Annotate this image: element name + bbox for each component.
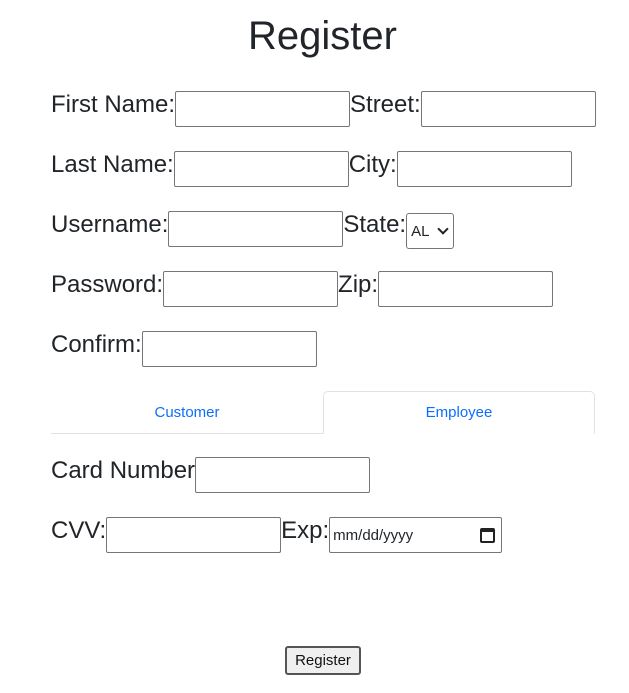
username-input[interactable] <box>168 211 344 247</box>
state-label: State: <box>343 211 407 238</box>
cvv-input[interactable] <box>106 517 282 553</box>
first-name-label: First Name: <box>51 91 176 118</box>
calendar-icon[interactable] <box>480 527 496 543</box>
page-title: Register <box>248 14 397 58</box>
exp-date-placeholder: mm/dd/yyyy <box>333 526 414 544</box>
city-input[interactable] <box>396 151 572 187</box>
card-number-input[interactable] <box>195 457 371 493</box>
last-name-input[interactable] <box>173 151 349 187</box>
row-confirm: Confirm: <box>51 331 317 367</box>
chevron-down-icon <box>437 222 449 235</box>
state-select[interactable]: AL <box>406 213 455 249</box>
password-input[interactable] <box>163 271 339 307</box>
first-name-input[interactable] <box>175 91 351 127</box>
exp-label: Exp: <box>281 517 330 544</box>
zip-input[interactable] <box>378 271 554 307</box>
city-label: City: <box>348 151 397 178</box>
street-label: Street: <box>350 91 421 118</box>
exp-date-input[interactable]: mm/dd/yyyy <box>329 517 503 553</box>
zip-label: Zip: <box>338 271 379 298</box>
row-card-number: Card Number <box>51 457 371 493</box>
row-first-name-street: First Name: Street: <box>51 91 596 127</box>
row-username-state: Username: State: AL <box>51 211 455 249</box>
last-name-label: Last Name: <box>51 151 174 178</box>
confirm-label: Confirm: <box>51 331 142 358</box>
street-input[interactable] <box>420 91 596 127</box>
row-cvv-exp: CVV: Exp: mm/dd/yyyy <box>51 517 503 553</box>
row-password-zip: Password: Zip: <box>51 271 554 307</box>
register-button[interactable]: Register <box>285 646 361 675</box>
password-label: Password: <box>51 271 164 298</box>
cvv-label: CVV: <box>51 517 107 544</box>
tab-employee[interactable]: Employee <box>323 391 595 434</box>
card-number-label: Card Number <box>51 457 196 484</box>
username-label: Username: <box>51 211 169 238</box>
account-type-tabs: Customer Employee <box>51 391 595 434</box>
tab-customer[interactable]: Customer <box>51 391 323 433</box>
confirm-password-input[interactable] <box>141 331 317 367</box>
row-last-name-city: Last Name: City: <box>51 151 572 187</box>
state-selected-value: AL <box>411 222 430 240</box>
